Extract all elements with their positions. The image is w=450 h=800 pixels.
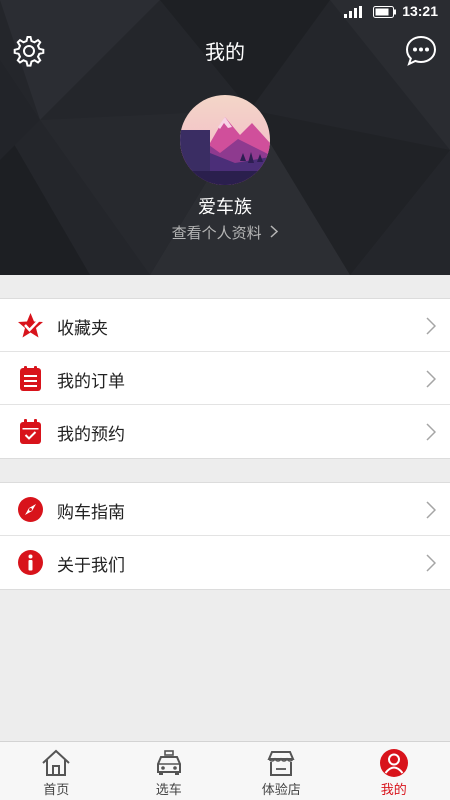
user-icon (379, 749, 408, 777)
chat-bubble-icon[interactable] (404, 34, 438, 68)
calendar-check-icon (20, 419, 41, 444)
tab-label: 我的 (380, 783, 407, 798)
menu-item-my-orders[interactable]: 我的订单 (0, 352, 450, 405)
menu-label: 关于我们 (57, 556, 125, 576)
avatar[interactable] (180, 95, 270, 185)
menu-label: 收藏夹 (57, 319, 108, 339)
page-title: 我的 (205, 40, 245, 64)
chevron-right-icon (426, 317, 436, 335)
store-icon (267, 751, 295, 776)
tab-home[interactable]: 首页 (0, 742, 113, 800)
menu-group-secondary: 购车指南 关于我们 (0, 482, 450, 590)
bottom-tab-bar: 首页 选车 体验店 我的 (0, 741, 450, 800)
home-icon (42, 749, 70, 776)
tab-mine[interactable]: 我的 (338, 742, 450, 800)
menu-label: 我的订单 (57, 372, 125, 392)
star-check-icon (18, 313, 43, 338)
chevron-right-icon (426, 554, 436, 572)
chevron-right-icon (426, 501, 436, 519)
info-icon (18, 550, 43, 575)
status-bar: 13:21 (0, 0, 450, 24)
chevron-right-icon (270, 225, 279, 238)
car-icon (156, 750, 181, 775)
tab-label: 体验店 (261, 783, 301, 798)
chevron-right-icon (426, 423, 436, 441)
menu-item-favorites[interactable]: 收藏夹 (0, 299, 450, 352)
chevron-right-icon (426, 370, 436, 388)
status-time: 13:21 (402, 3, 438, 19)
menu-label: 我的预约 (57, 425, 125, 445)
menu-item-about-us[interactable]: 关于我们 (0, 536, 450, 589)
menu-item-buying-guide[interactable]: 购车指南 (0, 483, 450, 536)
menu-group-primary: 收藏夹 我的订单 我的预约 (0, 298, 450, 459)
view-profile-label: 查看个人资料 (171, 224, 262, 242)
battery-icon (373, 6, 396, 18)
profile-header: 13:21 我的 爱车族 查看个人资料 (0, 0, 450, 275)
signal-icon (344, 6, 362, 18)
menu-item-my-appointments[interactable]: 我的预约 (0, 405, 450, 458)
compass-icon (18, 497, 43, 522)
view-profile-link[interactable]: 查看个人资料 (0, 222, 450, 243)
tab-label: 首页 (43, 783, 70, 798)
tab-experience-store[interactable]: 体验店 (225, 742, 338, 800)
username: 爱车族 (198, 197, 252, 218)
clipboard-list-icon (20, 366, 41, 391)
tab-choose-car[interactable]: 选车 (113, 742, 226, 800)
menu-label: 购车指南 (57, 503, 125, 523)
tab-label: 选车 (155, 783, 182, 798)
